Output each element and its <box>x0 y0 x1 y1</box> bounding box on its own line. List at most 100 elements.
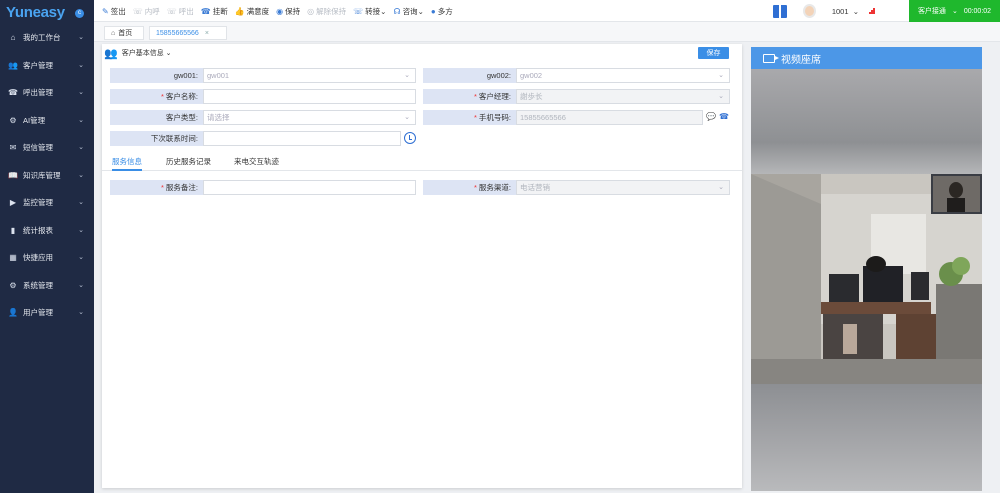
hangup-icon: ☎ <box>200 6 211 16</box>
customer-name-input[interactable] <box>203 89 416 104</box>
sidebar-item-robot[interactable]: ⚙ AI管理 ⌄ <box>0 107 94 135</box>
field-customer-manager: * 客户经理: 謝歩长 ⌄ <box>423 89 730 104</box>
field-service-channel: * 服务渠道: 电话营销 ⌄ <box>423 180 730 195</box>
hold-button[interactable]: ◉ 保持 <box>276 6 300 17</box>
select-value: 謝歩长 <box>520 92 543 101</box>
clock-icon[interactable] <box>404 132 416 144</box>
field-service-remark: * 服务备注: <box>110 180 416 195</box>
sidebar-item-user[interactable]: 👤 用户管理 ⌄ <box>0 299 94 327</box>
chevron-down-icon: ⌄ <box>78 226 84 234</box>
user-icon: 👤 <box>8 308 18 318</box>
field-label: 客户类型: <box>110 110 203 125</box>
sidebar-item-bar-chart[interactable]: ▮ 统计报表 ⌄ <box>0 217 94 245</box>
sidebar-item-label: 呼出管理 <box>23 88 53 98</box>
gear-icon: ⚙ <box>9 280 17 290</box>
video-header: 视频座席 <box>751 47 982 69</box>
field-next-contact: 下次联系时间: <box>110 131 416 146</box>
collapse-icon[interactable]: c <box>75 9 84 18</box>
select-value: 电话营销 <box>520 183 550 192</box>
sidebar-item-label: 系统管理 <box>23 280 53 290</box>
mobile-input[interactable]: 15855665566 <box>516 110 703 125</box>
sidebar-item-monitor[interactable]: ▶ 监控管理 ⌄ <box>0 189 94 217</box>
tab-customer-label: 15855665566 <box>156 29 199 37</box>
action-label: 解除保持 <box>316 6 347 16</box>
sub-tabs: 服务信息 历史服务记录 来电交互轨迹 <box>102 153 742 171</box>
top-toolbar: ✎ 签出 ☏ 内呼 ☏ 呼出 ☎ 挂断 👍 满意度 ◉ 保持 ◎ 解除保持 ☏ 转接 ⌄ ☊ 咨询 ⌄ ● 多方 1001… <box>94 0 1000 22</box>
tab-customer[interactable]: 15855665566 × <box>149 26 227 40</box>
field-label: 下次联系时间: <box>110 131 203 146</box>
sidebar-item-label: 用户管理 <box>23 308 53 318</box>
chevron-down-icon: ⌄ <box>951 8 958 15</box>
outbound-call-icon: ☏ <box>166 6 177 16</box>
section-title: 客户基本信息 <box>121 50 164 57</box>
customer-manager-select[interactable]: 謝歩长 ⌄ <box>516 89 730 104</box>
call-timer: 00:00:02 <box>963 7 992 15</box>
sidebar-item-label: 统计报表 <box>23 225 53 235</box>
sidebar-item-home[interactable]: ⌂ 我的工作台 ⌄ <box>0 24 94 52</box>
internal-call-icon: ☏ <box>132 6 143 16</box>
gw001-select[interactable]: gw001 ⌄ <box>203 68 416 83</box>
unhold-icon: ◎ <box>307 6 315 16</box>
video-camera-icon <box>763 53 779 63</box>
tab-home[interactable]: ⌂ 首页 <box>104 26 144 40</box>
unhold-button[interactable]: ◎ 解除保持 <box>307 6 346 17</box>
field-gw002: gw002: gw002 ⌄ <box>423 68 730 83</box>
signout-button[interactable]: ✎ 签出 <box>102 6 126 17</box>
tab-service-info[interactable]: 服务信息 <box>112 156 142 171</box>
chevron-down-icon: ⌄ <box>404 72 410 79</box>
sidebar-item-label: 我的工作台 <box>23 33 61 43</box>
phone-icon[interactable]: ☎ <box>718 111 730 123</box>
sidebar-item-phone-out[interactable]: ☎ 呼出管理 ⌄ <box>0 79 94 107</box>
signout-icon: ✎ <box>102 6 109 16</box>
sidebar-item-apps[interactable]: ▦ 快捷应用 ⌄ <box>0 244 94 272</box>
hold-icon: ◉ <box>276 6 284 16</box>
users-icon: 👥 <box>8 60 18 70</box>
customer-type-select[interactable]: 请选择 ⌄ <box>203 110 416 125</box>
sidebar-item-gear[interactable]: ⚙ 系统管理 ⌄ <box>0 272 94 300</box>
action-label: 签出 <box>110 6 126 16</box>
avatar[interactable] <box>802 4 816 18</box>
service-remark-input[interactable] <box>203 180 416 195</box>
sidebar-item-book-open[interactable]: 📖 知识库管理 ⌄ <box>0 162 94 190</box>
robot-icon: ⚙ <box>9 115 17 125</box>
tab-call-trace[interactable]: 来电交互轨迹 <box>234 156 279 171</box>
section-header[interactable]: 👥 客户基本信息 ⌄ <box>104 46 172 60</box>
signal-icon <box>869 8 875 14</box>
transfer-button[interactable]: ☏ 转接 ⌄ <box>353 6 386 17</box>
action-label: 保持 <box>285 6 301 16</box>
chevron-down-icon: ⌄ <box>78 254 84 261</box>
users-icon: 👥 <box>104 47 118 60</box>
outbound-call-button[interactable]: ☏ 呼出 <box>167 6 194 17</box>
close-icon[interactable]: × <box>205 30 209 37</box>
home-icon: ⌂ <box>111 29 116 37</box>
conference-button[interactable]: ● 多方 <box>431 6 453 17</box>
sidebar-item-users[interactable]: 👥 客户管理 ⌄ <box>0 52 94 80</box>
service-channel-select[interactable]: 电话营销 ⌄ <box>516 180 730 195</box>
internal-call-button[interactable]: ☏ 内呼 <box>133 6 160 17</box>
chevron-down-icon: ⌄ <box>78 309 84 316</box>
extension-selector[interactable]: 1001 ⌄ <box>832 7 859 16</box>
chevron-down-icon: ⌄ <box>78 89 84 96</box>
consult-icon: ☊ <box>393 6 401 16</box>
save-button[interactable]: 保存 <box>698 47 729 59</box>
extension-number: 1001 <box>831 6 849 16</box>
field-mobile: * 手机号码: 15855665566 💬 ☎ <box>423 110 730 125</box>
select-value: gw001 <box>207 71 230 80</box>
book-icon[interactable] <box>772 4 787 18</box>
call-status-button[interactable]: 客户接通 ⌄ 00:00:02 <box>909 0 1000 22</box>
chat-icon[interactable]: 💬 <box>705 111 717 123</box>
next-contact-input[interactable] <box>203 131 401 146</box>
tab-service-history[interactable]: 历史服务记录 <box>166 156 211 171</box>
consult-button[interactable]: ☊ 咨询 ⌄ <box>393 6 423 17</box>
gw002-select[interactable]: gw002 ⌄ <box>516 68 730 83</box>
mail-icon: ✉ <box>9 143 17 153</box>
satisfaction-button[interactable]: 👍 满意度 <box>235 6 269 17</box>
hangup-button[interactable]: ☎ 挂断 <box>201 6 228 17</box>
satisfaction-icon: 👍 <box>234 6 245 16</box>
field-label: * 服务渠道: <box>423 180 516 195</box>
home-icon: ⌂ <box>10 33 16 43</box>
sidebar-item-mail[interactable]: ✉ 短信管理 ⌄ <box>0 134 94 162</box>
monitor-icon: ▶ <box>9 198 17 208</box>
conference-icon: ● <box>430 6 436 16</box>
video-feed <box>751 174 982 384</box>
